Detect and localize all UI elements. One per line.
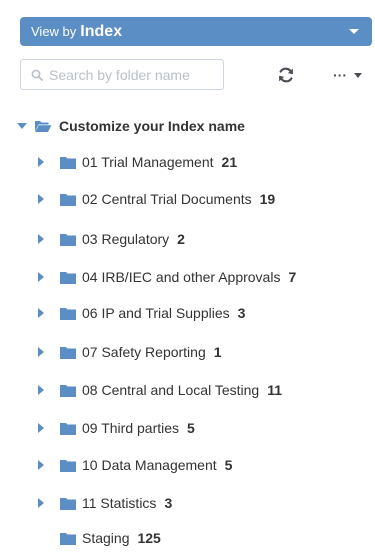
folder-name: 08 Central and Local Testing (82, 382, 260, 398)
folder-count: 21 (221, 154, 238, 170)
expand-arrow-icon[interactable] (38, 157, 44, 167)
folder-icon (60, 346, 76, 359)
folder-count: 7 (288, 269, 297, 285)
search-box[interactable] (20, 59, 224, 90)
folder-count: 19 (259, 191, 276, 207)
tree-item-staging[interactable]: Staging 125 (0, 526, 375, 550)
folder-count: 1 (213, 344, 222, 360)
folder-name: 03 Regulatory (82, 231, 170, 247)
view-by-value: Index (80, 22, 123, 40)
expand-arrow-icon[interactable] (38, 272, 44, 282)
tree-item-trial-management[interactable]: 01 Trial Management 21 (0, 150, 375, 174)
folder-count: 11 (267, 382, 283, 398)
folder-count: 5 (224, 457, 233, 473)
folder-open-icon (35, 121, 52, 132)
folder-name: 11 Statistics (82, 495, 157, 511)
folder-icon (60, 532, 76, 545)
search-icon (31, 69, 43, 81)
folder-icon (60, 422, 76, 435)
expand-arrow-icon[interactable] (38, 385, 44, 395)
folder-icon (60, 307, 76, 320)
tree-item-third-parties[interactable]: 09 Third parties 5 (0, 416, 375, 440)
tree-item-irb-iec-approvals[interactable]: 04 IRB/IEC and other Approvals 7 (0, 265, 375, 289)
folder-count: 3 (237, 305, 246, 321)
folder-name: 10 Data Management (82, 457, 217, 473)
folder-count: 2 (177, 231, 185, 247)
folder-count: 3 (164, 495, 173, 511)
tree-root-label: Customize your Index name (59, 118, 245, 134)
tree-item-safety-reporting[interactable]: 07 Safety Reporting 1 (0, 340, 375, 364)
expand-arrow-icon[interactable] (38, 308, 44, 318)
chevron-down-icon (354, 72, 362, 78)
search-input[interactable] (49, 66, 219, 83)
tree-item-central-local-testing[interactable]: 08 Central and Local Testing 11 (0, 378, 375, 402)
expand-arrow-icon[interactable] (38, 498, 44, 508)
folder-name: 02 Central Trial Documents (82, 191, 252, 207)
folder-name: 07 Safety Reporting (82, 344, 206, 360)
folder-count: 5 (187, 420, 195, 436)
view-by-label: View by (31, 24, 77, 39)
folder-name: 09 Third parties (82, 420, 180, 436)
more-icon: ··· (333, 67, 347, 83)
folder-name: Staging (82, 530, 130, 546)
expand-arrow-icon[interactable] (38, 234, 44, 244)
folder-count: 125 (137, 530, 161, 546)
expand-arrow-icon[interactable] (38, 423, 44, 433)
tree-item-ip-trial-supplies[interactable]: 06 IP and Trial Supplies 3 (0, 301, 375, 325)
folder-name: 04 IRB/IEC and other Approvals (82, 269, 281, 285)
folder-icon (60, 497, 76, 510)
expand-arrow-icon[interactable] (38, 194, 44, 204)
refresh-icon[interactable] (276, 65, 296, 85)
folder-panel: View by Index ··· Customize your Index n… (0, 0, 375, 554)
folder-icon (60, 233, 76, 246)
more-options-button[interactable]: ··· (333, 68, 362, 82)
tree-item-central-trial-documents[interactable]: 02 Central Trial Documents 19 (0, 187, 375, 211)
folder-icon (60, 156, 76, 169)
collapse-arrow-icon[interactable] (17, 123, 27, 129)
tree-item-data-management[interactable]: 10 Data Management 5 (0, 453, 375, 477)
expand-arrow-icon[interactable] (38, 347, 44, 357)
folder-icon (60, 271, 76, 284)
folder-name: 01 Trial Management (82, 154, 214, 170)
folder-icon (60, 459, 76, 472)
folder-icon (60, 384, 76, 397)
view-by-dropdown[interactable]: View by Index (20, 17, 372, 46)
expand-arrow-icon[interactable] (38, 460, 44, 470)
chevron-down-icon (349, 29, 359, 34)
tree-item-regulatory[interactable]: 03 Regulatory 2 (0, 227, 375, 251)
tree-root[interactable]: Customize your Index name (0, 114, 375, 138)
tree-item-statistics[interactable]: 11 Statistics 3 (0, 491, 375, 515)
folder-icon (60, 193, 76, 206)
folder-name: 06 IP and Trial Supplies (82, 305, 230, 321)
